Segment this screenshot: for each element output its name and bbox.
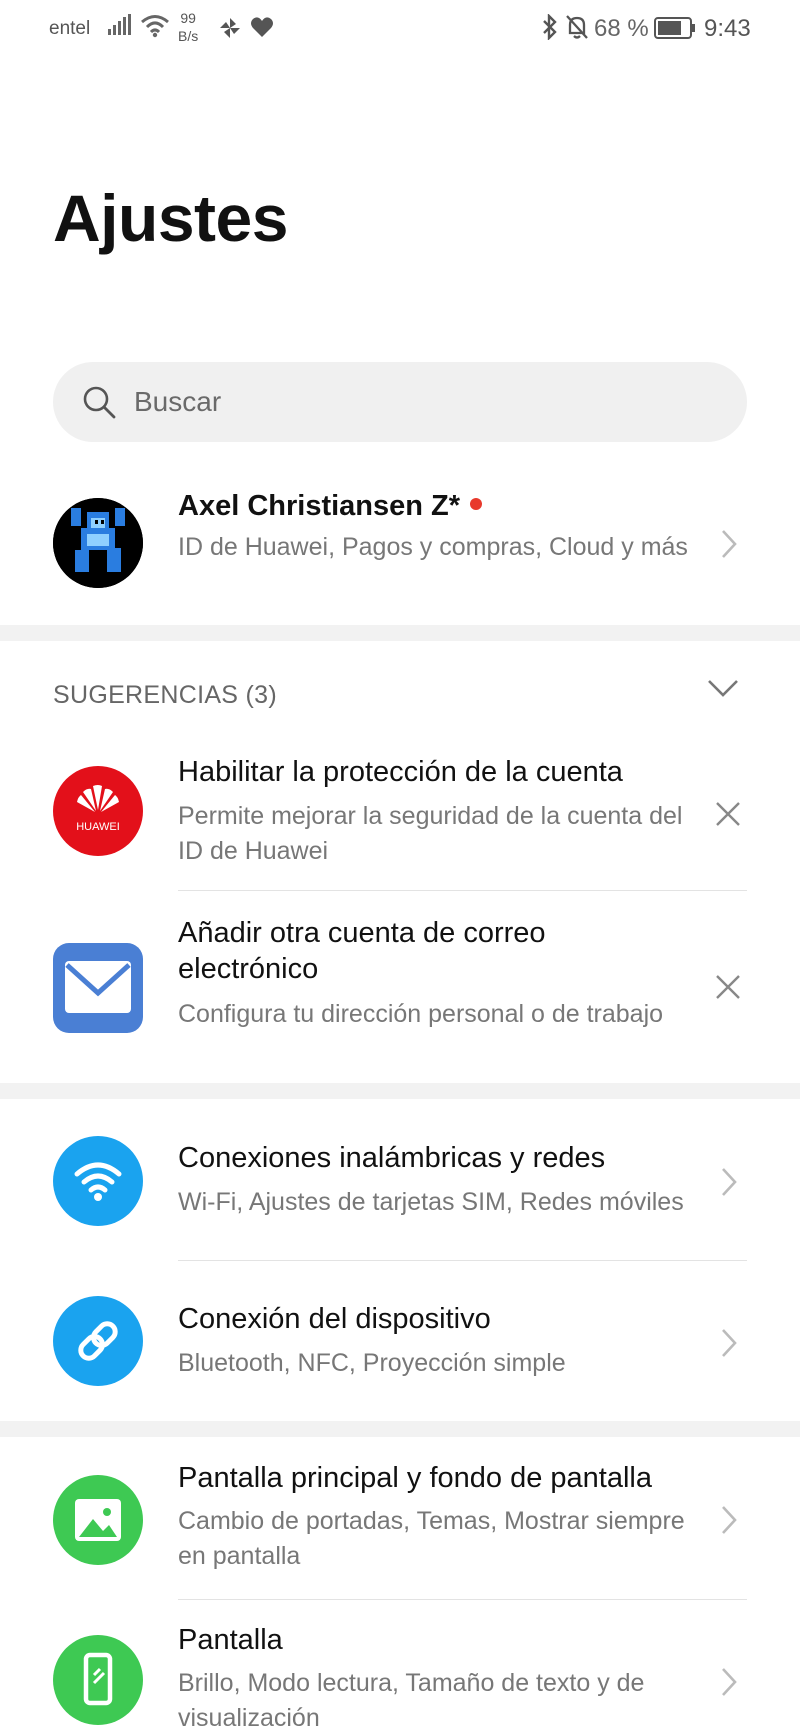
cell-signal-icon xyxy=(108,14,134,41)
suggestion-item[interactable]: HUAWEI Habilitar la protección de la cue… xyxy=(0,740,800,890)
mail-icon xyxy=(53,943,143,1033)
network-speed: 99 B/s xyxy=(178,9,198,45)
account-name-text: Axel Christiansen Z* xyxy=(178,490,461,522)
settings-item-title: Pantalla xyxy=(178,1624,283,1656)
search-bar[interactable]: Buscar xyxy=(53,362,747,442)
close-icon xyxy=(716,802,740,826)
heart-icon xyxy=(250,16,274,43)
chevron-right-icon xyxy=(720,1327,738,1364)
battery-percentage: 68 % xyxy=(594,15,649,42)
status-bar: entel 99 B/s 68 % 9:43 xyxy=(0,0,800,58)
dismiss-suggestion-button[interactable] xyxy=(714,800,742,833)
settings-item-subtitle: Brillo, Modo lectura, Tamaño de texto y … xyxy=(178,1669,645,1732)
clock-time: 9:43 xyxy=(704,15,751,42)
settings-item-display[interactable]: Pantalla Brillo, Modo lectura, Tamaño de… xyxy=(0,1600,800,1733)
image-icon xyxy=(53,1475,143,1565)
search-icon xyxy=(81,384,117,425)
account-subtitle: ID de Huawei, Pagos y compras, Cloud y m… xyxy=(178,533,688,561)
bluetooth-icon xyxy=(541,13,559,45)
dismiss-suggestion-button[interactable] xyxy=(714,973,742,1006)
battery-icon xyxy=(654,17,696,44)
account-name: Axel Christiansen Z* xyxy=(178,490,483,523)
page-title: Ajustes xyxy=(53,181,288,255)
settings-item-device-connection[interactable]: Conexión del dispositivo Bluetooth, NFC,… xyxy=(0,1261,800,1421)
huawei-logo-icon: HUAWEI xyxy=(53,766,143,856)
wifi-status-icon xyxy=(140,14,170,43)
network-speed-value: 99 xyxy=(180,10,196,26)
chevron-right-icon xyxy=(720,1666,738,1703)
carrier-label: entel xyxy=(49,18,91,39)
section-gap xyxy=(0,1421,800,1437)
pinwheel-icon xyxy=(218,16,242,45)
settings-item-title: Conexiones inalámbricas y redes xyxy=(178,1142,606,1174)
account-row[interactable]: Axel Christiansen Z* ID de Huawei, Pagos… xyxy=(0,470,800,625)
search-placeholder: Buscar xyxy=(134,386,222,417)
suggestions-header: SUGERENCIAS (3) xyxy=(53,681,277,709)
notification-dot xyxy=(470,498,483,511)
settings-item-home-screen[interactable]: Pantalla principal y fondo de pantalla C… xyxy=(0,1438,800,1600)
wifi-icon xyxy=(53,1136,143,1226)
settings-item-subtitle: Cambio de portadas, Temas, Mostrar siemp… xyxy=(178,1507,685,1570)
chevron-right-icon xyxy=(720,1166,738,1203)
settings-item-title: Pantalla principal y fondo de pantalla xyxy=(178,1462,652,1494)
phone-display-icon xyxy=(53,1635,143,1725)
avatar-image xyxy=(53,498,143,588)
huawei-logo-text: HUAWEI xyxy=(76,821,120,833)
section-gap xyxy=(0,625,800,641)
suggestion-title: Habilitar la protección de la cuenta xyxy=(178,756,623,788)
section-gap xyxy=(0,1083,800,1099)
settings-item-subtitle: Bluetooth, NFC, Proyección simple xyxy=(178,1349,566,1377)
network-speed-unit: B/s xyxy=(178,28,199,44)
suggestion-subtitle: Permite mejorar la seguridad de la cuent… xyxy=(178,802,683,865)
settings-item-subtitle: Wi-Fi, Ajustes de tarjetas SIM, Redes mó… xyxy=(178,1188,684,1216)
chevron-right-icon xyxy=(720,528,738,565)
settings-item-title: Conexión del dispositivo xyxy=(178,1303,491,1335)
chevron-down-icon[interactable] xyxy=(706,678,740,703)
link-icon xyxy=(53,1296,143,1386)
chevron-right-icon xyxy=(720,1504,738,1541)
suggestion-title: Añadir otra cuenta de correo electrónico xyxy=(178,917,546,985)
avatar xyxy=(53,498,143,588)
suggestion-item[interactable]: Añadir otra cuenta de correo electrónico… xyxy=(0,891,800,1081)
close-icon xyxy=(716,975,740,999)
bell-muted-icon xyxy=(565,14,589,45)
suggestion-subtitle: Configura tu dirección personal o de tra… xyxy=(178,1000,664,1028)
settings-item-wireless[interactable]: Conexiones inalámbricas y redes Wi-Fi, A… xyxy=(0,1100,800,1260)
